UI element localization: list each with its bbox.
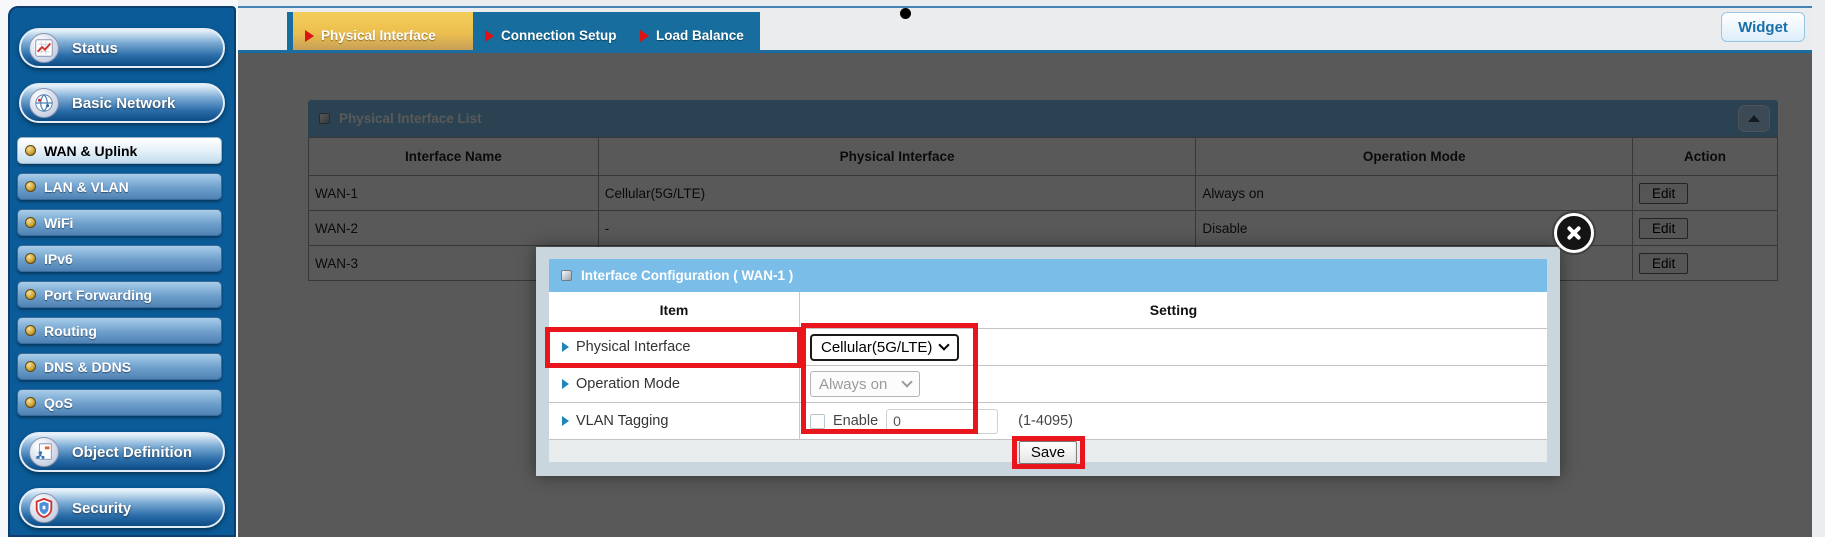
sidebar-item-label: WAN & Uplink [44,143,137,159]
tab-label: Connection Setup [501,28,617,43]
tab-arrow-icon [640,30,649,42]
save-button[interactable]: Save [1019,441,1077,464]
item-label: Physical Interface [576,339,690,355]
col-setting: Setting [800,292,1547,328]
tab-connection-setup[interactable]: Connection Setup [473,12,628,50]
widget-button[interactable]: Widget [1721,12,1805,42]
selected-value: Cellular(5G/LTE) [821,339,932,356]
vlan-id-input[interactable] [886,409,998,434]
tab-physical-interface[interactable]: Physical Interface [293,12,473,50]
sidebar-item-lan-vlan[interactable]: LAN & VLAN [17,173,222,200]
vlan-range-hint: (1-4095) [1018,413,1073,429]
sidebar-item-label: Port Forwarding [44,287,152,303]
tab-label: Load Balance [656,28,744,43]
annotation-dot [900,8,911,19]
sidebar-item-label: DNS & DDNS [44,359,131,375]
sidebar-item-qos[interactable]: QoS [17,389,222,416]
modal-header: Interface Configuration ( WAN-1 ) [549,259,1547,292]
modal-inner: Interface Configuration ( WAN-1 ) Item S… [549,259,1547,462]
chevron-down-icon [939,339,950,350]
sidebar-item-basic-network[interactable]: Basic Network [19,83,225,123]
security-shield-icon [29,493,59,523]
sidebar-item-wifi[interactable]: WiFi [17,209,222,236]
item-label: Operation Mode [576,376,680,392]
sidebar-item-security[interactable]: Security [19,488,225,528]
sidebar-item-dns-ddns[interactable]: DNS & DDNS [17,353,222,380]
col-item: Item [549,292,800,328]
vlan-enable-checkbox[interactable] [810,414,825,429]
bullet-icon [25,289,36,300]
bullet-icon [25,253,36,264]
item-label: VLAN Tagging [576,413,668,429]
sidebar-item-object-definition[interactable]: Object Definition [19,432,225,472]
bullet-icon [25,217,36,228]
bullet-icon [25,145,36,156]
sidebar-item-label: Basic Network [72,95,175,112]
bullet-icon [25,181,36,192]
sidebar: Status Basic Network WAN & Uplink LAN & … [0,0,238,537]
sidebar-item-label: Status [72,40,118,57]
bullet-icon [25,397,36,408]
modal-title: Interface Configuration ( WAN-1 ) [581,268,793,283]
sidebar-item-label: Routing [44,323,97,339]
sidebar-panel: Status Basic Network WAN & Uplink LAN & … [8,6,236,537]
status-chart-icon [29,33,59,63]
tab-strip: Physical Interface Connection Setup Load… [287,12,760,50]
top-frame-line [238,6,1812,8]
selected-value: Always on [819,376,887,393]
sidebar-item-label: QoS [44,395,73,411]
sidebar-item-wan-uplink[interactable]: WAN & Uplink [17,137,222,164]
sidebar-item-routing[interactable]: Routing [17,317,222,344]
sidebar-item-label: WiFi [44,215,73,231]
item-arrow-icon [562,342,569,352]
bullet-icon [25,325,36,336]
row-operation-mode: Operation Mode Always on [549,366,1547,403]
tab-label: Physical Interface [321,28,436,43]
operation-mode-select: Always on [810,371,920,397]
row-vlan-tagging: VLAN Tagging Enable (1-4095) [549,403,1547,440]
sidebar-item-port-forwarding[interactable]: Port Forwarding [17,281,222,308]
chevron-down-icon [902,376,913,387]
modal-footer: Save [549,440,1547,462]
tab-arrow-icon [305,30,314,42]
physical-interface-select[interactable]: Cellular(5G/LTE) [810,334,959,361]
vlan-enable-label: Enable [833,413,878,429]
interface-configuration-modal: Interface Configuration ( WAN-1 ) Item S… [536,247,1560,476]
router-admin-page: Status Basic Network WAN & Uplink LAN & … [0,0,1825,537]
row-physical-interface: Physical Interface Cellular(5G/LTE) [549,329,1547,366]
tab-load-balance[interactable]: Load Balance [628,12,760,50]
close-icon[interactable] [1554,213,1594,253]
sidebar-item-ipv6[interactable]: IPv6 [17,245,222,272]
sidebar-item-label: IPv6 [44,251,73,267]
object-definition-icon [29,437,59,467]
top-bar: Physical Interface Connection Setup Load… [238,0,1812,53]
modal-table-header: Item Setting [549,292,1547,329]
sidebar-item-status[interactable]: Status [19,28,225,68]
tab-arrow-icon [485,30,494,42]
bullet-icon [25,361,36,372]
sidebar-item-label: Object Definition [72,444,192,461]
item-arrow-icon [562,416,569,426]
modal-square-icon [561,270,572,281]
network-globe-icon [29,88,59,118]
sidebar-item-label: Security [72,500,131,517]
sidebar-item-label: LAN & VLAN [44,179,129,195]
item-arrow-icon [562,379,569,389]
